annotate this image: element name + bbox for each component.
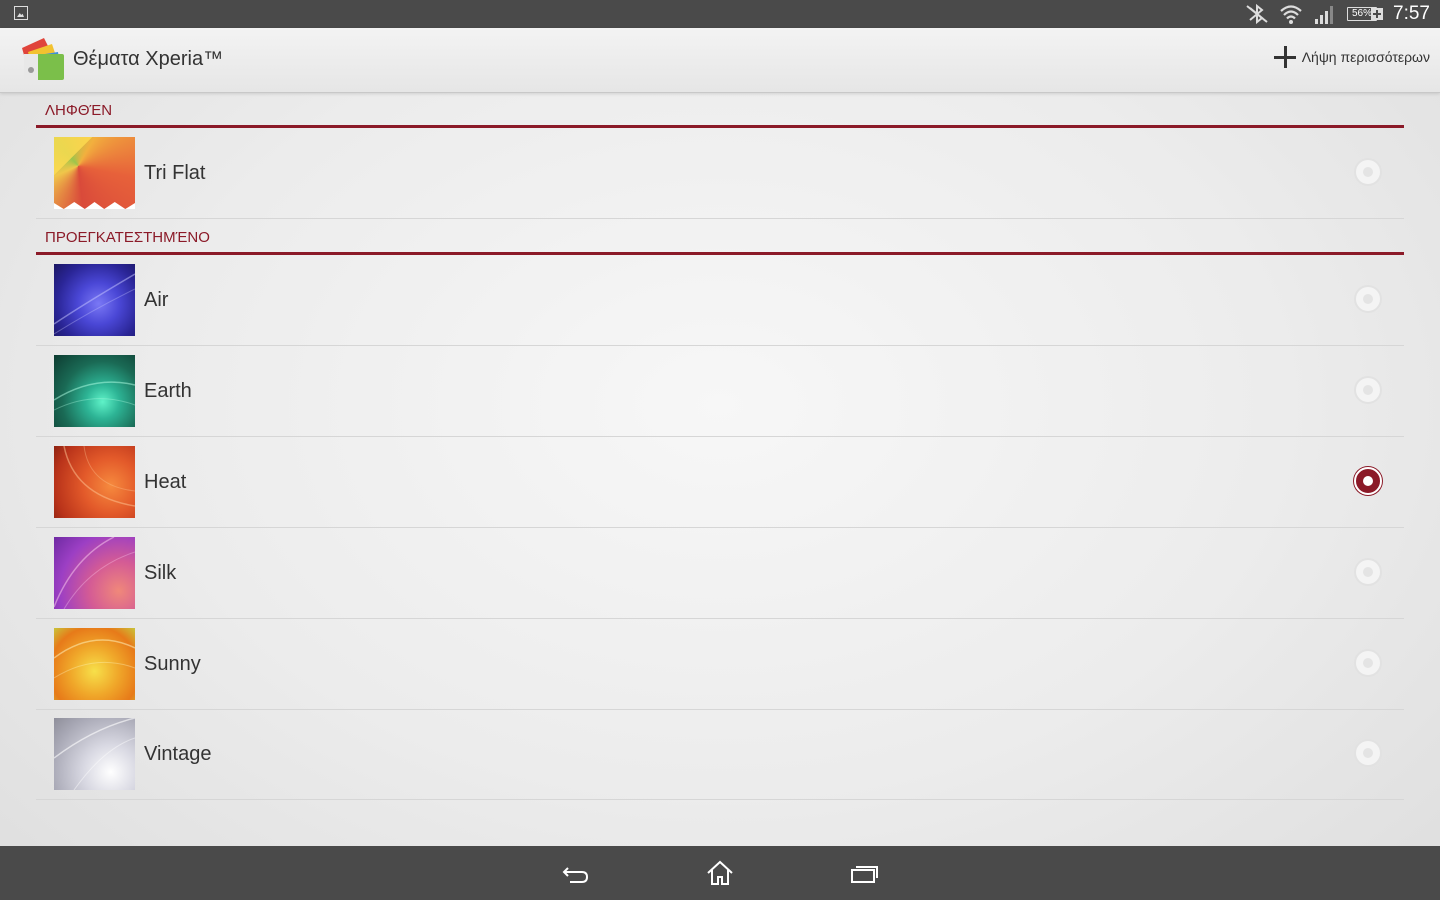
list-item-tri-flat[interactable]: Tri Flat [36,128,1404,219]
list-item-sunny[interactable]: Sunny [36,619,1404,710]
recent-apps-icon[interactable] [848,858,880,888]
status-bar: 56% 7:57 [0,0,1440,28]
signal-icon [1313,3,1337,25]
theme-radio-button-selected[interactable] [1354,467,1382,495]
plus-icon [1273,46,1296,68]
wifi-icon [1279,3,1303,25]
theme-thumbnail-silk [54,537,135,609]
charging-plus-icon [1371,8,1384,20]
list-item-vintage[interactable]: Vintage [36,709,1404,800]
get-more-button[interactable]: Λήψη περισσότερων [1273,46,1430,68]
theme-radio-button[interactable] [1354,158,1382,186]
theme-radio-button[interactable] [1354,649,1382,677]
theme-label: Earth [144,380,192,402]
theme-radio-button[interactable] [1354,376,1382,404]
theme-radio-button[interactable] [1354,558,1382,586]
back-icon[interactable] [560,858,592,888]
section-header-downloaded: ΛΗΦΘΈΝ [36,94,1404,128]
list-item-heat[interactable]: Heat [36,437,1404,528]
page-title: Θέματα Xperia™ [73,48,224,70]
theme-radio-button[interactable] [1354,739,1382,767]
list-item-earth[interactable]: Earth [36,346,1404,437]
theme-label: Heat [144,471,187,493]
theme-thumbnail-sunny [54,628,135,700]
list-item-air[interactable]: Air [36,255,1404,346]
section-header-preinstalled: ΠΡΟΕΓΚΑΤΕΣΤΗΜΈΝΟ [36,221,1404,255]
theme-label: Tri Flat [144,162,206,184]
theme-thumbnail-air [54,264,135,336]
home-icon[interactable] [704,858,736,888]
navigation-bar [0,846,1440,900]
gallery-notification-icon [14,6,28,20]
theme-thumbnail-tri-flat [54,137,135,209]
theme-thumbnail-heat [54,446,135,518]
theme-label: Vintage [144,743,212,765]
xperia-themes-logo[interactable] [18,34,66,82]
status-icons: 56% 7:57 [1245,0,1430,28]
theme-label: Air [144,289,169,311]
bluetooth-off-icon [1245,3,1269,25]
theme-thumbnail-vintage [54,718,135,790]
theme-label: Silk [144,562,177,584]
action-bar: Θέματα Xperia™ Λήψη περισσότερων [0,28,1440,93]
list-item-silk[interactable]: Silk [36,528,1404,619]
theme-thumbnail-earth [54,355,135,427]
clock: 7:57 [1393,3,1430,24]
theme-radio-button[interactable] [1354,285,1382,313]
theme-label: Sunny [144,653,201,675]
battery-charging-icon: 56% [1347,7,1384,21]
get-more-label: Λήψη περισσότερων [1301,49,1430,65]
